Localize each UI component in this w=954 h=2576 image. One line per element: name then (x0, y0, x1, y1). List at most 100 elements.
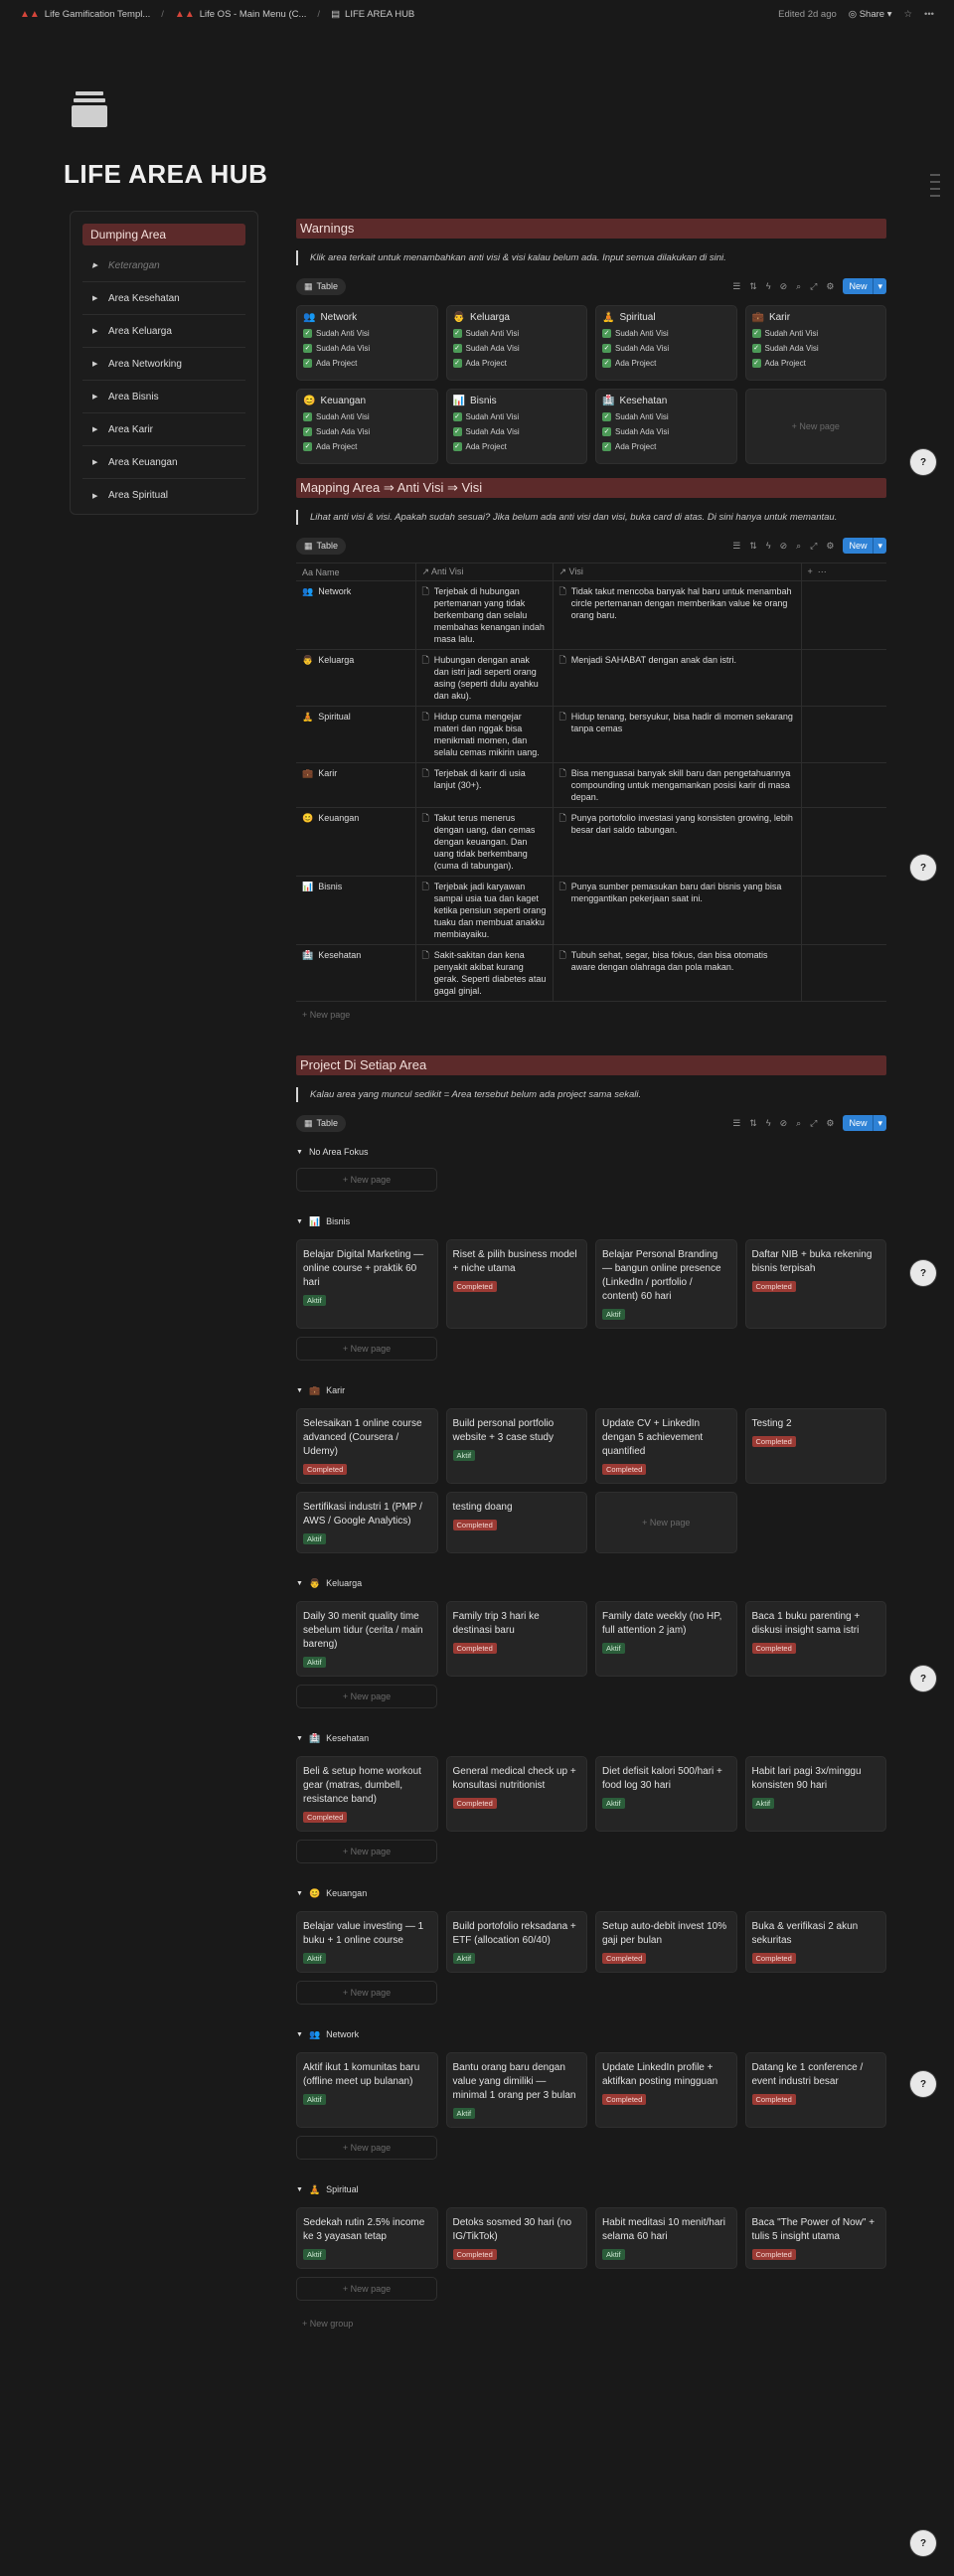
group-header[interactable]: ▼ 🧘 Spiritual (296, 2181, 886, 2197)
group-header[interactable]: ▼ 👨 Keluarga (296, 1575, 886, 1591)
filter-icon[interactable]: ☰ (732, 541, 740, 552)
outline-indicator[interactable] (930, 169, 940, 202)
collapse-triangle-icon[interactable]: ▼ (296, 1735, 303, 1742)
toggle-area-networking[interactable]: ▶ Area Networking (82, 348, 245, 381)
project-card[interactable]: Family trip 3 hari ke destinasi baru Comp… (445, 1601, 587, 1677)
project-card[interactable]: General medical check up + konsultasi nu… (445, 1756, 587, 1832)
col-anti-visi[interactable]: ↗ Anti Visi (414, 563, 553, 581)
table-row[interactable]: 👨 Keluarga 🗋 Hubungan dengan anak dan istri… (296, 649, 886, 707)
project-card[interactable]: Bantu orang baru dengan value yang dimil… (445, 2052, 587, 2128)
toggle-area-bisnis[interactable]: ▶ Area Bisnis (82, 381, 245, 413)
collapse-triangle-icon[interactable]: ▼ (296, 1580, 303, 1587)
new-button[interactable]: New ▾ (843, 538, 886, 554)
name-cell[interactable]: 👥 Network (296, 580, 415, 650)
relation-item[interactable]: 🗋 Takut terus menerus dengan uang, dan ce… (422, 812, 547, 872)
help-button[interactable]: ? (910, 2071, 936, 2097)
relation-item[interactable]: 🗋 Menjadi SAHABAT dengan anak dan istri. (559, 654, 795, 666)
project-card[interactable]: Build portofolio reksadana + ETF (alloca… (445, 1911, 587, 1973)
link-icon[interactable]: ⊘ (780, 541, 788, 552)
chevron-down-icon[interactable]: ▾ (873, 1115, 886, 1131)
collapse-triangle-icon[interactable]: ▼ (296, 1890, 303, 1897)
new-page-row[interactable]: + New page (296, 1002, 886, 1028)
search-icon[interactable]: ⌕ (796, 1118, 801, 1129)
relation-item[interactable]: 🗋 Terjebak di karir di usia lanjut (30+). (422, 767, 547, 791)
area-card[interactable]: 😊 Keuangan ✓ Sudah Anti Visi ✓ Sudah Ada Visi… (296, 389, 438, 464)
project-card[interactable]: Habit meditasi 10 menit/hari selama 60 h… (595, 2207, 737, 2269)
col-visi[interactable]: ↗ Visi (552, 563, 801, 581)
relation-item[interactable]: 🗋 Sakit-sakitan dan kena penyakit akibat … (422, 949, 547, 997)
visi-cell[interactable]: 🗋 Hidup tenang, bersyukur, bisa hadir di … (552, 706, 801, 763)
relation-item[interactable]: 🗋 Hidup cuma mengejar materi dan nggak bi… (422, 711, 547, 758)
visi-cell[interactable]: 🗋 Tubuh sehat, segar, bisa fokus, dan bis… (552, 944, 801, 1002)
toggle-area-keluarga[interactable]: ▶ Area Keluarga (82, 315, 245, 348)
project-card[interactable]: testing doang Completed (445, 1492, 587, 1553)
table-row[interactable]: 💼 Karir 🗋 Terjebak di karir di usia lanjut … (296, 762, 886, 808)
group-header[interactable]: ▼ 🏥 Kesehatan (296, 1730, 886, 1746)
col-name[interactable]: Aa Name (296, 563, 415, 581)
help-button[interactable]: ? (910, 2530, 936, 2556)
project-card[interactable]: Sedekah rutin 2.5% income ke 3 yayasan t… (296, 2207, 438, 2269)
new-page-button[interactable]: + New page (296, 2136, 437, 2160)
link-icon[interactable]: ⊘ (780, 281, 788, 292)
group-header[interactable]: ▼ 😊 Keuangan (296, 1885, 886, 1901)
toggle-keterangan[interactable]: ▶ Keterangan (82, 249, 245, 282)
collapse-triangle-icon[interactable]: ▼ (296, 1149, 303, 1156)
visi-cell[interactable]: 🗋 Bisa menguasai banyak skill baru dan pe… (552, 762, 801, 808)
anti-visi-cell[interactable]: 🗋 Terjebak di karir di usia lanjut (30+). (414, 762, 553, 808)
help-button[interactable]: ? (910, 855, 936, 881)
relation-item[interactable]: 🗋 Tubuh sehat, segar, bisa fokus, dan bis… (559, 949, 795, 973)
project-card[interactable]: Baca 1 buku parenting + diskusi insight … (744, 1601, 886, 1677)
group-header[interactable]: ▼ 📊 Bisnis (296, 1213, 886, 1229)
plus-icon[interactable]: + (808, 566, 813, 576)
table-row[interactable]: 📊 Bisnis 🗋 Terjebak jadi karyawan sampai us… (296, 876, 886, 945)
relation-item[interactable]: 🗋 Tidak takut mencoba banyak hal baru unt… (559, 585, 795, 621)
area-card[interactable]: 🏥 Kesehatan ✓ Sudah Anti Visi ✓ Sudah Ada Vis… (595, 389, 737, 464)
visi-cell[interactable]: 🗋 Tidak takut mencoba banyak hal baru unt… (552, 580, 801, 650)
new-page-button[interactable]: + New page (296, 1685, 437, 1708)
empty-cell[interactable] (800, 944, 886, 1002)
name-cell[interactable]: 😊 Keuangan (296, 807, 415, 877)
table-row[interactable]: 🧘 Spiritual 🗋 Hidup cuma mengejar materi da… (296, 706, 886, 763)
project-card[interactable]: Baca "The Power of Now" + tulis 5 insigh… (744, 2207, 886, 2269)
new-button[interactable]: New ▾ (843, 278, 886, 294)
relation-item[interactable]: 🗋 Hubungan dengan anak dan istri jadi sep… (422, 654, 547, 702)
name-cell[interactable]: 📊 Bisnis (296, 876, 415, 945)
visi-cell[interactable]: 🗋 Punya portofolio investasi yang konsist… (552, 807, 801, 877)
project-card[interactable]: Setup auto-debit invest 10% gaji per bul… (595, 1911, 737, 1973)
view-tab[interactable]: ▦ Table (296, 537, 347, 555)
project-card[interactable]: Daily 30 menit quality time sebelum tidu… (296, 1601, 438, 1677)
table-row[interactable]: 👥 Network 🗋 Terjebak di hubungan pertemanan… (296, 580, 886, 650)
project-card[interactable]: Update CV + LinkedIn dengan 5 achievemen… (595, 1408, 737, 1484)
help-button[interactable]: ? (910, 1666, 936, 1691)
project-card[interactable]: Habit lari pagi 3x/minggu konsisten 90 h… (744, 1756, 886, 1832)
empty-cell[interactable] (800, 876, 886, 945)
automation-icon[interactable]: ϟ (766, 1118, 771, 1128)
new-button[interactable]: New ▾ (843, 1115, 886, 1131)
empty-cell[interactable] (800, 706, 886, 763)
settings-icon[interactable]: ⚙ (826, 1118, 834, 1129)
project-card[interactable]: Buka & verifikasi 2 akun sekuritas Comple… (744, 1911, 886, 1973)
visi-cell[interactable]: 🗋 Punya sumber pemasukan baru dari bisnis… (552, 876, 801, 945)
project-card[interactable]: Sertifikasi industri 1 (PMP / AWS / Goog… (296, 1492, 438, 1553)
new-page-card[interactable]: + New page (595, 1492, 737, 1553)
anti-visi-cell[interactable]: 🗋 Sakit-sakitan dan kena penyakit akibat … (414, 944, 553, 1002)
automation-icon[interactable]: ϟ (766, 281, 771, 291)
toggle-area-kesehatan[interactable]: ▶ Area Kesehatan (82, 282, 245, 315)
expand-icon[interactable]: ⤢ (810, 281, 817, 292)
empty-cell[interactable] (800, 807, 886, 877)
project-card[interactable]: Belajar Digital Marketing — online cours… (296, 1239, 438, 1329)
project-card[interactable]: Detoks sosmed 30 hari (no IG/TikTok) Comp… (445, 2207, 587, 2269)
new-page-button[interactable]: + New page (296, 1168, 437, 1192)
project-card[interactable]: Update LinkedIn profile + aktifkan posti… (595, 2052, 737, 2128)
visi-cell[interactable]: 🗋 Menjadi SAHABAT dengan anak dan istri. (552, 649, 801, 707)
anti-visi-cell[interactable]: 🗋 Takut terus menerus dengan uang, dan ce… (414, 807, 553, 877)
share-button[interactable]: ◎ Share ▾ (849, 9, 892, 20)
area-card[interactable]: 💼 Karir ✓ Sudah Anti Visi ✓ Sudah Ada Visi ✓ Ad… (744, 305, 886, 381)
help-button[interactable]: ? (910, 1260, 936, 1286)
project-card[interactable]: Datang ke 1 conference / event industri … (744, 2052, 886, 2128)
expand-icon[interactable]: ⤢ (810, 1118, 817, 1129)
breadcrumb-item-3[interactable]: LIFE AREA HUB (345, 9, 414, 20)
name-cell[interactable]: 💼 Karir (296, 762, 415, 808)
sort-icon[interactable]: ⇅ (749, 1118, 757, 1129)
empty-cell[interactable] (800, 762, 886, 808)
